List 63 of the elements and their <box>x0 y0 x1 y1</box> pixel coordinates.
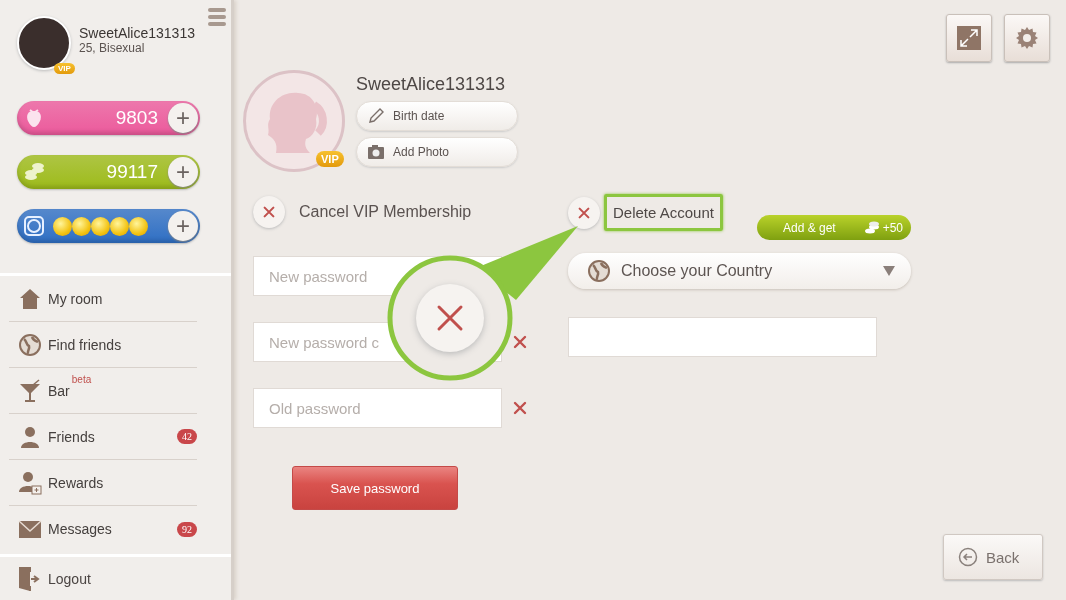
cocktail-glass-icon <box>18 378 42 403</box>
profile-name: SweetAlice131313 <box>356 74 507 95</box>
coin-stack-icon <box>863 220 880 235</box>
cancel-vip-button[interactable] <box>253 196 285 228</box>
fullscreen-button[interactable] <box>946 14 992 62</box>
house-icon <box>18 286 42 311</box>
pencil-icon <box>367 107 385 125</box>
clear-icon <box>512 400 528 416</box>
user-name: SweetAlice131313 <box>79 25 195 41</box>
profile-action-button[interactable]: Add Photo <box>356 137 518 167</box>
beta-tag: beta <box>71 374 92 386</box>
menu-item[interactable]: Messages 92 <box>9 506 197 553</box>
coin-icon <box>91 216 110 236</box>
menu-icon[interactable] <box>208 7 226 27</box>
menu-label: Bar <box>48 382 70 399</box>
person-add-icon <box>18 470 42 495</box>
logout-item[interactable]: Logout <box>0 554 231 600</box>
person-icon <box>18 424 42 449</box>
add-button[interactable]: + <box>168 103 198 134</box>
menu-label: Rewards <box>48 474 104 491</box>
menu-label: Messages <box>48 521 112 538</box>
delete-account-label: Delete Account <box>604 194 723 231</box>
profile-action-button[interactable]: Birth date <box>356 101 518 131</box>
input-field[interactable] <box>568 317 877 357</box>
close-icon <box>577 205 591 220</box>
menu-label: Find friends <box>48 336 122 353</box>
add-button[interactable]: + <box>168 211 198 242</box>
menu-item[interactable]: Friends 42 <box>9 414 197 461</box>
settings-icon <box>1015 26 1039 50</box>
globe-icon <box>18 332 42 357</box>
country-dropdown[interactable]: Choose your Country <box>568 253 911 289</box>
delete-account-button[interactable] <box>568 196 600 229</box>
menu-item[interactable]: Rewards <box>9 460 197 507</box>
currency-amount: 99117 <box>105 161 159 184</box>
menu-item[interactable]: My room <box>9 276 197 323</box>
menu-item[interactable]: Bar beta <box>9 368 197 415</box>
menu-label: Friends <box>48 428 95 445</box>
coin-icon <box>129 216 148 236</box>
caret-icon <box>883 266 895 276</box>
menu-label: My room <box>48 290 103 307</box>
currency-amount: 9803 <box>114 107 159 130</box>
token-icon <box>23 215 45 238</box>
save-password-button[interactable]: Save password <box>292 466 458 510</box>
close-icon <box>262 205 276 219</box>
password-field[interactable]: Old password <box>253 388 502 428</box>
cancel-vip-label: Cancel VIP Membership <box>299 203 472 221</box>
count-badge: 42 <box>177 429 197 445</box>
globe-icon <box>587 259 611 283</box>
expand-icon <box>957 26 981 50</box>
exit-door-icon <box>18 565 40 592</box>
user-details: 25, Bisexual <box>79 41 146 55</box>
coin-icon <box>72 216 91 236</box>
vip-badge: VIP <box>54 63 75 74</box>
back-button[interactable]: Back <box>943 534 1043 580</box>
menu-item[interactable]: Find friends <box>9 322 197 369</box>
camera-icon <box>367 143 385 161</box>
vip-badge: VIP <box>316 151 344 167</box>
coin-icon <box>53 216 72 236</box>
coin-icon <box>110 216 129 236</box>
add-button[interactable]: + <box>168 157 198 188</box>
settings-button[interactable] <box>1004 14 1050 62</box>
count-badge: 92 <box>177 521 197 537</box>
clear-icon <box>512 334 528 350</box>
